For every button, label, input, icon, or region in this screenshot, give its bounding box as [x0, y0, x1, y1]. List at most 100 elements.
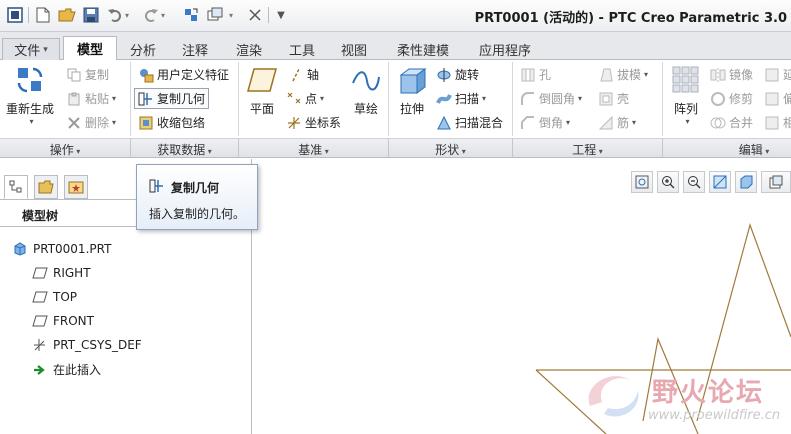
- copy-icon: [66, 67, 82, 83]
- tab-annotate[interactable]: 注释: [172, 38, 218, 60]
- revolve-button[interactable]: 旋转: [436, 66, 479, 83]
- pattern-dropdown-icon[interactable]: ▾: [685, 117, 689, 126]
- mirror-icon: [710, 67, 726, 83]
- windows-dropdown-icon[interactable]: ▾: [226, 6, 236, 24]
- chamfer-label: 倒角: [539, 116, 564, 130]
- merge-label: 合并: [729, 116, 754, 130]
- shell-button[interactable]: 壳: [598, 90, 629, 107]
- tree-item-label: 在此插入: [53, 363, 102, 377]
- datum-point-button[interactable]: 点 ▾: [286, 90, 324, 107]
- extend-button[interactable]: 延: [764, 66, 791, 83]
- group-get-data[interactable]: 获取数据: [131, 141, 238, 158]
- round-dropdown-icon[interactable]: ▾: [578, 94, 582, 103]
- tree-item-csys[interactable]: PRT_CSYS_DEF: [32, 337, 142, 353]
- tab-model[interactable]: 模型: [63, 36, 117, 61]
- sweep-button[interactable]: 扫描 ▾: [436, 90, 486, 107]
- delete-icon: [66, 115, 82, 131]
- window-title: PRT0001 (活动的) - PTC Creo Parametric 3.0: [474, 11, 787, 26]
- tree-item-label: TOP: [53, 290, 78, 304]
- tab-view[interactable]: 视图: [331, 38, 377, 60]
- swept-blend-button[interactable]: 扫描混合: [436, 114, 503, 131]
- paste-button[interactable]: 粘贴 ▾: [66, 90, 116, 107]
- thicken-button[interactable]: 相: [764, 114, 791, 131]
- shell-label: 壳: [617, 92, 630, 106]
- datum-csys-button[interactable]: 坐标系: [286, 114, 341, 131]
- customize-toolbar-icon[interactable]: ▼: [272, 6, 290, 24]
- datum-point-dropdown-icon[interactable]: ▾: [320, 94, 324, 103]
- tab-analysis[interactable]: 分析: [120, 38, 166, 60]
- close-window-icon[interactable]: [246, 6, 264, 24]
- group-operations[interactable]: 操作: [0, 141, 130, 158]
- tree-item-insert-here[interactable]: 在此插入: [32, 361, 101, 378]
- tree-item-label: PRT_CSYS_DEF: [53, 338, 142, 352]
- udf-icon: [138, 67, 154, 83]
- group-datum[interactable]: 基准: [239, 141, 388, 158]
- sketch-button[interactable]: 草绘: [350, 64, 382, 117]
- round-icon: [520, 91, 536, 107]
- hole-label: 孔: [539, 68, 552, 82]
- tab-flexible-modeling[interactable]: 柔性建模: [386, 38, 460, 60]
- undo-dropdown-icon[interactable]: ▾: [122, 6, 132, 24]
- tab-tools[interactable]: 工具: [279, 38, 325, 60]
- pattern-button[interactable]: 阵列 ▾: [670, 64, 702, 126]
- tree-item-top[interactable]: TOP: [32, 289, 77, 305]
- regenerate-button[interactable]: 重新生成 ▾: [6, 64, 54, 126]
- group-shapes[interactable]: 形状: [389, 141, 512, 158]
- extrude-button[interactable]: 拉伸: [396, 64, 428, 117]
- app-menu-icon[interactable]: [6, 6, 24, 24]
- title-bar: ▾ ▾ ▾ ▼ PRT0001 (活动的) - PTC Creo Paramet…: [0, 0, 791, 32]
- sweep-dropdown-icon[interactable]: ▾: [482, 94, 486, 103]
- sweep-icon: [436, 91, 452, 107]
- rib-dropdown-icon[interactable]: ▾: [632, 118, 636, 127]
- tree-item-part[interactable]: PRT0001.PRT: [12, 241, 111, 257]
- udf-button[interactable]: 用户定义特征: [138, 66, 229, 83]
- redo-dropdown-icon[interactable]: ▾: [158, 6, 168, 24]
- tree-item-front[interactable]: FRONT: [32, 313, 94, 329]
- trim-button[interactable]: 修剪: [710, 90, 753, 107]
- open-folder-icon[interactable]: [58, 6, 76, 24]
- copy-geometry-icon: [149, 178, 165, 197]
- regenerate-quick-icon[interactable]: [182, 6, 200, 24]
- tab-render[interactable]: 渲染: [226, 38, 272, 60]
- shrinkwrap-button[interactable]: 收缩包络: [138, 114, 205, 131]
- offset-button[interactable]: 偏: [764, 90, 791, 107]
- tree-item-right[interactable]: RIGHT: [32, 265, 91, 281]
- rib-button[interactable]: 筋 ▾: [598, 114, 636, 131]
- regenerate-dropdown-icon[interactable]: ▾: [30, 117, 34, 126]
- round-button[interactable]: 倒圆角 ▾: [520, 90, 582, 107]
- new-file-icon[interactable]: [34, 6, 52, 24]
- draft-button[interactable]: 拔模 ▾: [598, 66, 648, 83]
- copy-button[interactable]: 复制: [66, 66, 109, 83]
- windows-icon[interactable]: [206, 6, 224, 24]
- save-icon[interactable]: [82, 6, 100, 24]
- draft-label: 拔模: [617, 68, 642, 82]
- watermark-url: www.proewildfire.cn: [648, 408, 781, 423]
- group-engineering[interactable]: 工程: [513, 141, 662, 158]
- datum-plane-label: 平面: [249, 102, 274, 116]
- mirror-button[interactable]: 镜像: [710, 66, 753, 83]
- datum-axis-button[interactable]: 轴: [288, 66, 319, 83]
- model-tree-tab[interactable]: [4, 175, 28, 199]
- tab-file[interactable]: 文件: [2, 38, 60, 60]
- datum-axis-label: 轴: [307, 68, 320, 82]
- delete-button[interactable]: 删除 ▾: [66, 114, 116, 131]
- hole-button[interactable]: 孔: [520, 66, 551, 83]
- draft-dropdown-icon[interactable]: ▾: [644, 70, 648, 79]
- copy-geometry-button[interactable]: 复制几何: [134, 88, 210, 109]
- paste-dropdown-icon[interactable]: ▾: [112, 94, 116, 103]
- swept-blend-icon: [436, 115, 452, 131]
- delete-label: 删除: [85, 116, 110, 130]
- folder-browser-tab[interactable]: [34, 175, 58, 199]
- favorites-tab[interactable]: [64, 175, 88, 199]
- merge-button[interactable]: 合并: [710, 114, 753, 131]
- sketch-icon: [350, 64, 382, 96]
- chamfer-button[interactable]: 倒角 ▾: [520, 114, 570, 131]
- group-editing[interactable]: 编辑: [720, 141, 788, 158]
- delete-dropdown-icon[interactable]: ▾: [112, 118, 116, 127]
- datum-plane-button[interactable]: 平面: [246, 64, 278, 117]
- tooltip-title: 复制几何: [171, 181, 220, 195]
- extrude-label: 拉伸: [399, 102, 424, 116]
- chamfer-dropdown-icon[interactable]: ▾: [566, 118, 570, 127]
- tab-applications[interactable]: 应用程序: [468, 38, 542, 60]
- datum-point-icon: [286, 91, 302, 107]
